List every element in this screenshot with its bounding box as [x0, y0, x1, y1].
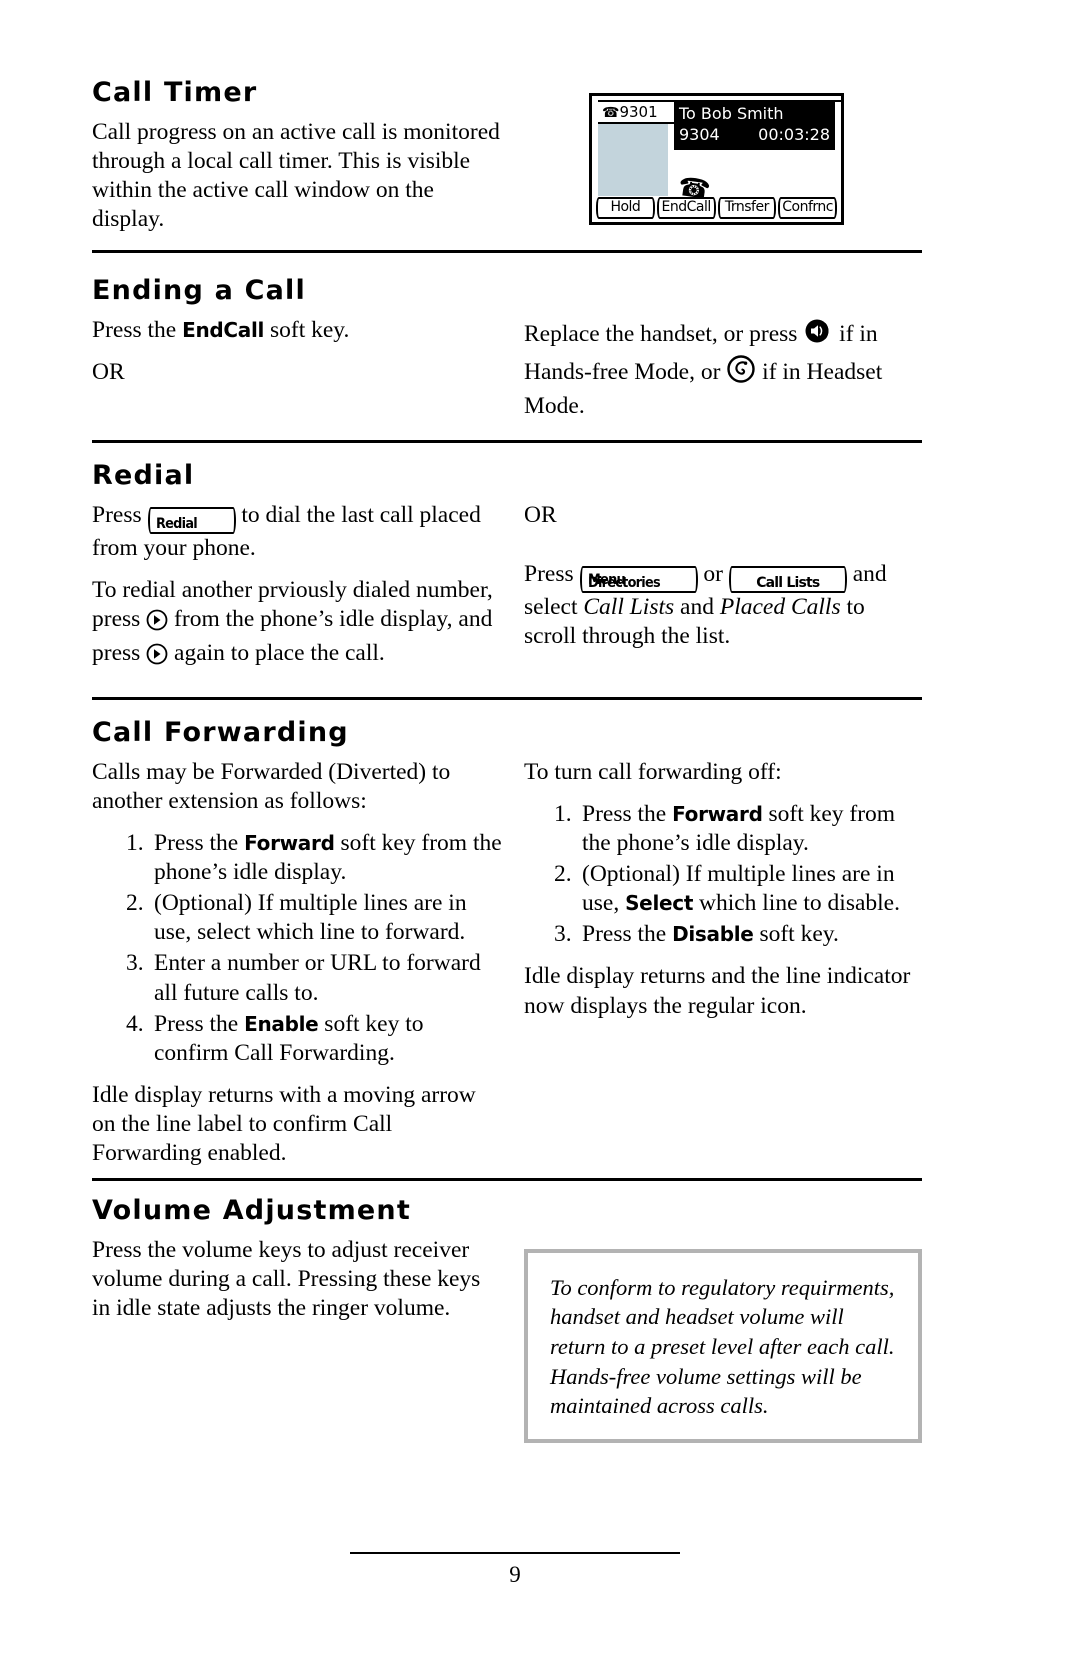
speaker-icon [803, 316, 833, 354]
volume-adjustment-body: Press the volume keys to adjust receiver… [92, 1236, 481, 1321]
list-item: Enter a number or URL to forward all fut… [92, 949, 502, 1007]
section-divider-1 [92, 250, 922, 253]
step-pre: Press the [582, 921, 673, 948]
call-timer-value: 00:03:28 [758, 125, 830, 144]
footer-divider [350, 1552, 680, 1554]
page-number: 9 [509, 1562, 521, 1587]
list-item: Press the Forward soft key from the phon… [92, 829, 502, 887]
list-item: (Optional) If multiple lines are in use,… [524, 860, 922, 918]
call-lists-key[interactable]: Call Lists [728, 565, 847, 593]
softkey-disable: Disable [672, 922, 754, 947]
section-ending-a-call: Ending a Call Press the EndCall soft key… [92, 276, 922, 434]
redial-right: OR Press Directories Menu or Call Lists a… [524, 501, 922, 687]
list-item: Press the Enable soft key to confirm Cal… [92, 1010, 502, 1068]
softkey-forward-off: Forward [672, 801, 763, 826]
soft-key-hold[interactable]: Hold [596, 197, 655, 219]
list-item: Press the Forward soft key from the phon… [524, 800, 922, 858]
soft-key-trnsfer[interactable]: Trnsfer [717, 197, 777, 219]
handset-icon: ☎ [602, 105, 620, 121]
softkey-enable: Enable [244, 1011, 319, 1036]
line-extension: 9301 [619, 103, 658, 121]
ending-a-call-left: Press the EndCall soft key. OR [92, 316, 524, 434]
call-forwarding-row: Calls may be Forwarded (Diverted) to ano… [92, 758, 922, 1182]
redial-key[interactable]: Redial [147, 506, 236, 534]
redial-instruction-2: To redial another prviously dialed numbe… [92, 576, 502, 673]
line-column-background [598, 122, 668, 196]
redial-row: Press Redial to dial the last call place… [92, 501, 922, 687]
volume-adjustment-left: Press the volume keys to adjust receiver… [92, 1236, 524, 1443]
redial-left: Press Redial to dial the last call place… [92, 501, 524, 687]
call-forwarding-off-intro: To turn call forwarding off: [524, 758, 782, 785]
redial-instruction-1: Press Redial to dial the last call place… [92, 501, 502, 563]
call-forwarding-off-steps: Press the Forward soft key from the phon… [524, 800, 922, 950]
softkey-endcall: EndCall [182, 317, 265, 342]
call-forwarding-on-steps: Press the Forward soft key from the phon… [92, 829, 502, 1068]
phone-display-figure: ☎9301 To Bob Smith 9304 00:03:28 ☎ Hold … [589, 93, 844, 225]
soft-key-suffix: soft key. [264, 316, 350, 343]
softkey-forward: Forward [244, 830, 335, 855]
volume-adjustment-right: To conform to regulatory requirments, ha… [524, 1236, 922, 1444]
menu-path-call-lists: Call Lists [583, 593, 675, 620]
step-post: which line to disable. [693, 890, 900, 917]
and-text: and [674, 593, 720, 620]
press-the-text: Press the [92, 316, 183, 343]
ending-a-call-row: Press the EndCall soft key. OR Replace t… [92, 316, 922, 434]
section-call-forwarding: Call Forwarding Calls may be Forwarded (… [92, 718, 922, 1181]
section-volume-adjustment: Volume Adjustment Press the volume keys … [92, 1195, 922, 1444]
step-pre: (Optional) If multiple lines are in use,… [154, 890, 467, 946]
regulatory-note-text: To conform to regulatory requirments, ha… [550, 1274, 895, 1419]
soft-key-endcall[interactable]: EndCall [656, 197, 716, 219]
call-forwarding-intro: Calls may be Forwarded (Diverted) to ano… [92, 758, 451, 814]
section-divider-2 [92, 440, 922, 443]
step-pre: Press the [154, 829, 245, 856]
call-forwarding-off-outro: Idle display returns and the line indica… [524, 963, 911, 1019]
soft-key-confrnc[interactable]: Confrnc [778, 197, 837, 219]
regulatory-note-box: To conform to regulatory requirments, ha… [524, 1248, 922, 1444]
or-text: or [697, 560, 729, 587]
right-arrow-circle-icon [146, 609, 168, 639]
section-redial: Redial Press Redial to dial the last cal… [92, 461, 922, 686]
active-call-window: To Bob Smith 9304 00:03:28 [674, 102, 835, 150]
press-text-2: Press [524, 560, 580, 587]
call-number-label: 9304 [679, 125, 720, 144]
ending-a-call-right: Replace the handset, or press if in Hand… [524, 316, 922, 434]
ending-a-call-alternative: Replace the handset, or press if in Hand… [524, 316, 922, 421]
right-arrow-circle-icon-2 [146, 643, 168, 673]
replace-handset-text: Replace the handset, or press [524, 320, 804, 347]
menu-key-label: Menu [587, 571, 626, 588]
page-title-volume-adjustment: Volume Adjustment [92, 1195, 411, 1226]
page-title-call-forwarding: Call Forwarding [92, 717, 349, 748]
list-item: (Optional) If multiple lines are in use,… [92, 889, 502, 947]
headset-icon [726, 354, 756, 392]
call-forwarding-left: Calls may be Forwarded (Diverted) to ano… [92, 758, 524, 1182]
volume-adjustment-row: Press the volume keys to adjust receiver… [92, 1236, 922, 1444]
ending-a-call-or: OR [92, 358, 125, 385]
press-text: Press [92, 501, 148, 528]
soft-key-row: Hold EndCall Trnsfer Confrnc [596, 197, 837, 219]
step-pre: Enter a number or URL to forward all fut… [154, 950, 481, 1006]
redial-or: OR [524, 501, 557, 528]
menu-path-placed-calls: Placed Calls [719, 593, 841, 620]
call-forwarding-right: To turn call forwarding off: Press the F… [524, 758, 922, 1182]
call-to-label: To Bob Smith [679, 104, 784, 123]
page-title-redial: Redial [92, 460, 195, 491]
call-timer-body: Call progress on an active call is monit… [92, 118, 500, 233]
redial-instruction-2-tail: again to place the call. [168, 640, 385, 667]
step-pre: Press the [582, 800, 673, 827]
ending-a-call-instruction: Press the EndCall soft key. [92, 316, 502, 345]
call-timer-text-column: Call progress on an active call is monit… [92, 118, 524, 248]
step-post: soft key. [753, 921, 839, 948]
line-key-label: ☎9301 [598, 102, 674, 124]
section-divider-4 [92, 1178, 922, 1181]
document-page: Call Timer Call progress on an active ca… [92, 0, 922, 1669]
list-item: Press the Disable soft key. [524, 920, 922, 949]
section-divider-3 [92, 697, 922, 700]
redial-alternative: Press Directories Menu or Call Lists and … [524, 560, 922, 651]
softkey-select: Select [625, 891, 694, 916]
directories-menu-key[interactable]: Directories Menu [579, 565, 698, 593]
page-title-ending-a-call: Ending a Call [92, 275, 306, 306]
step-pre: Press the [154, 1010, 245, 1037]
call-forwarding-outro: Idle display returns with a moving arrow… [92, 1081, 476, 1167]
